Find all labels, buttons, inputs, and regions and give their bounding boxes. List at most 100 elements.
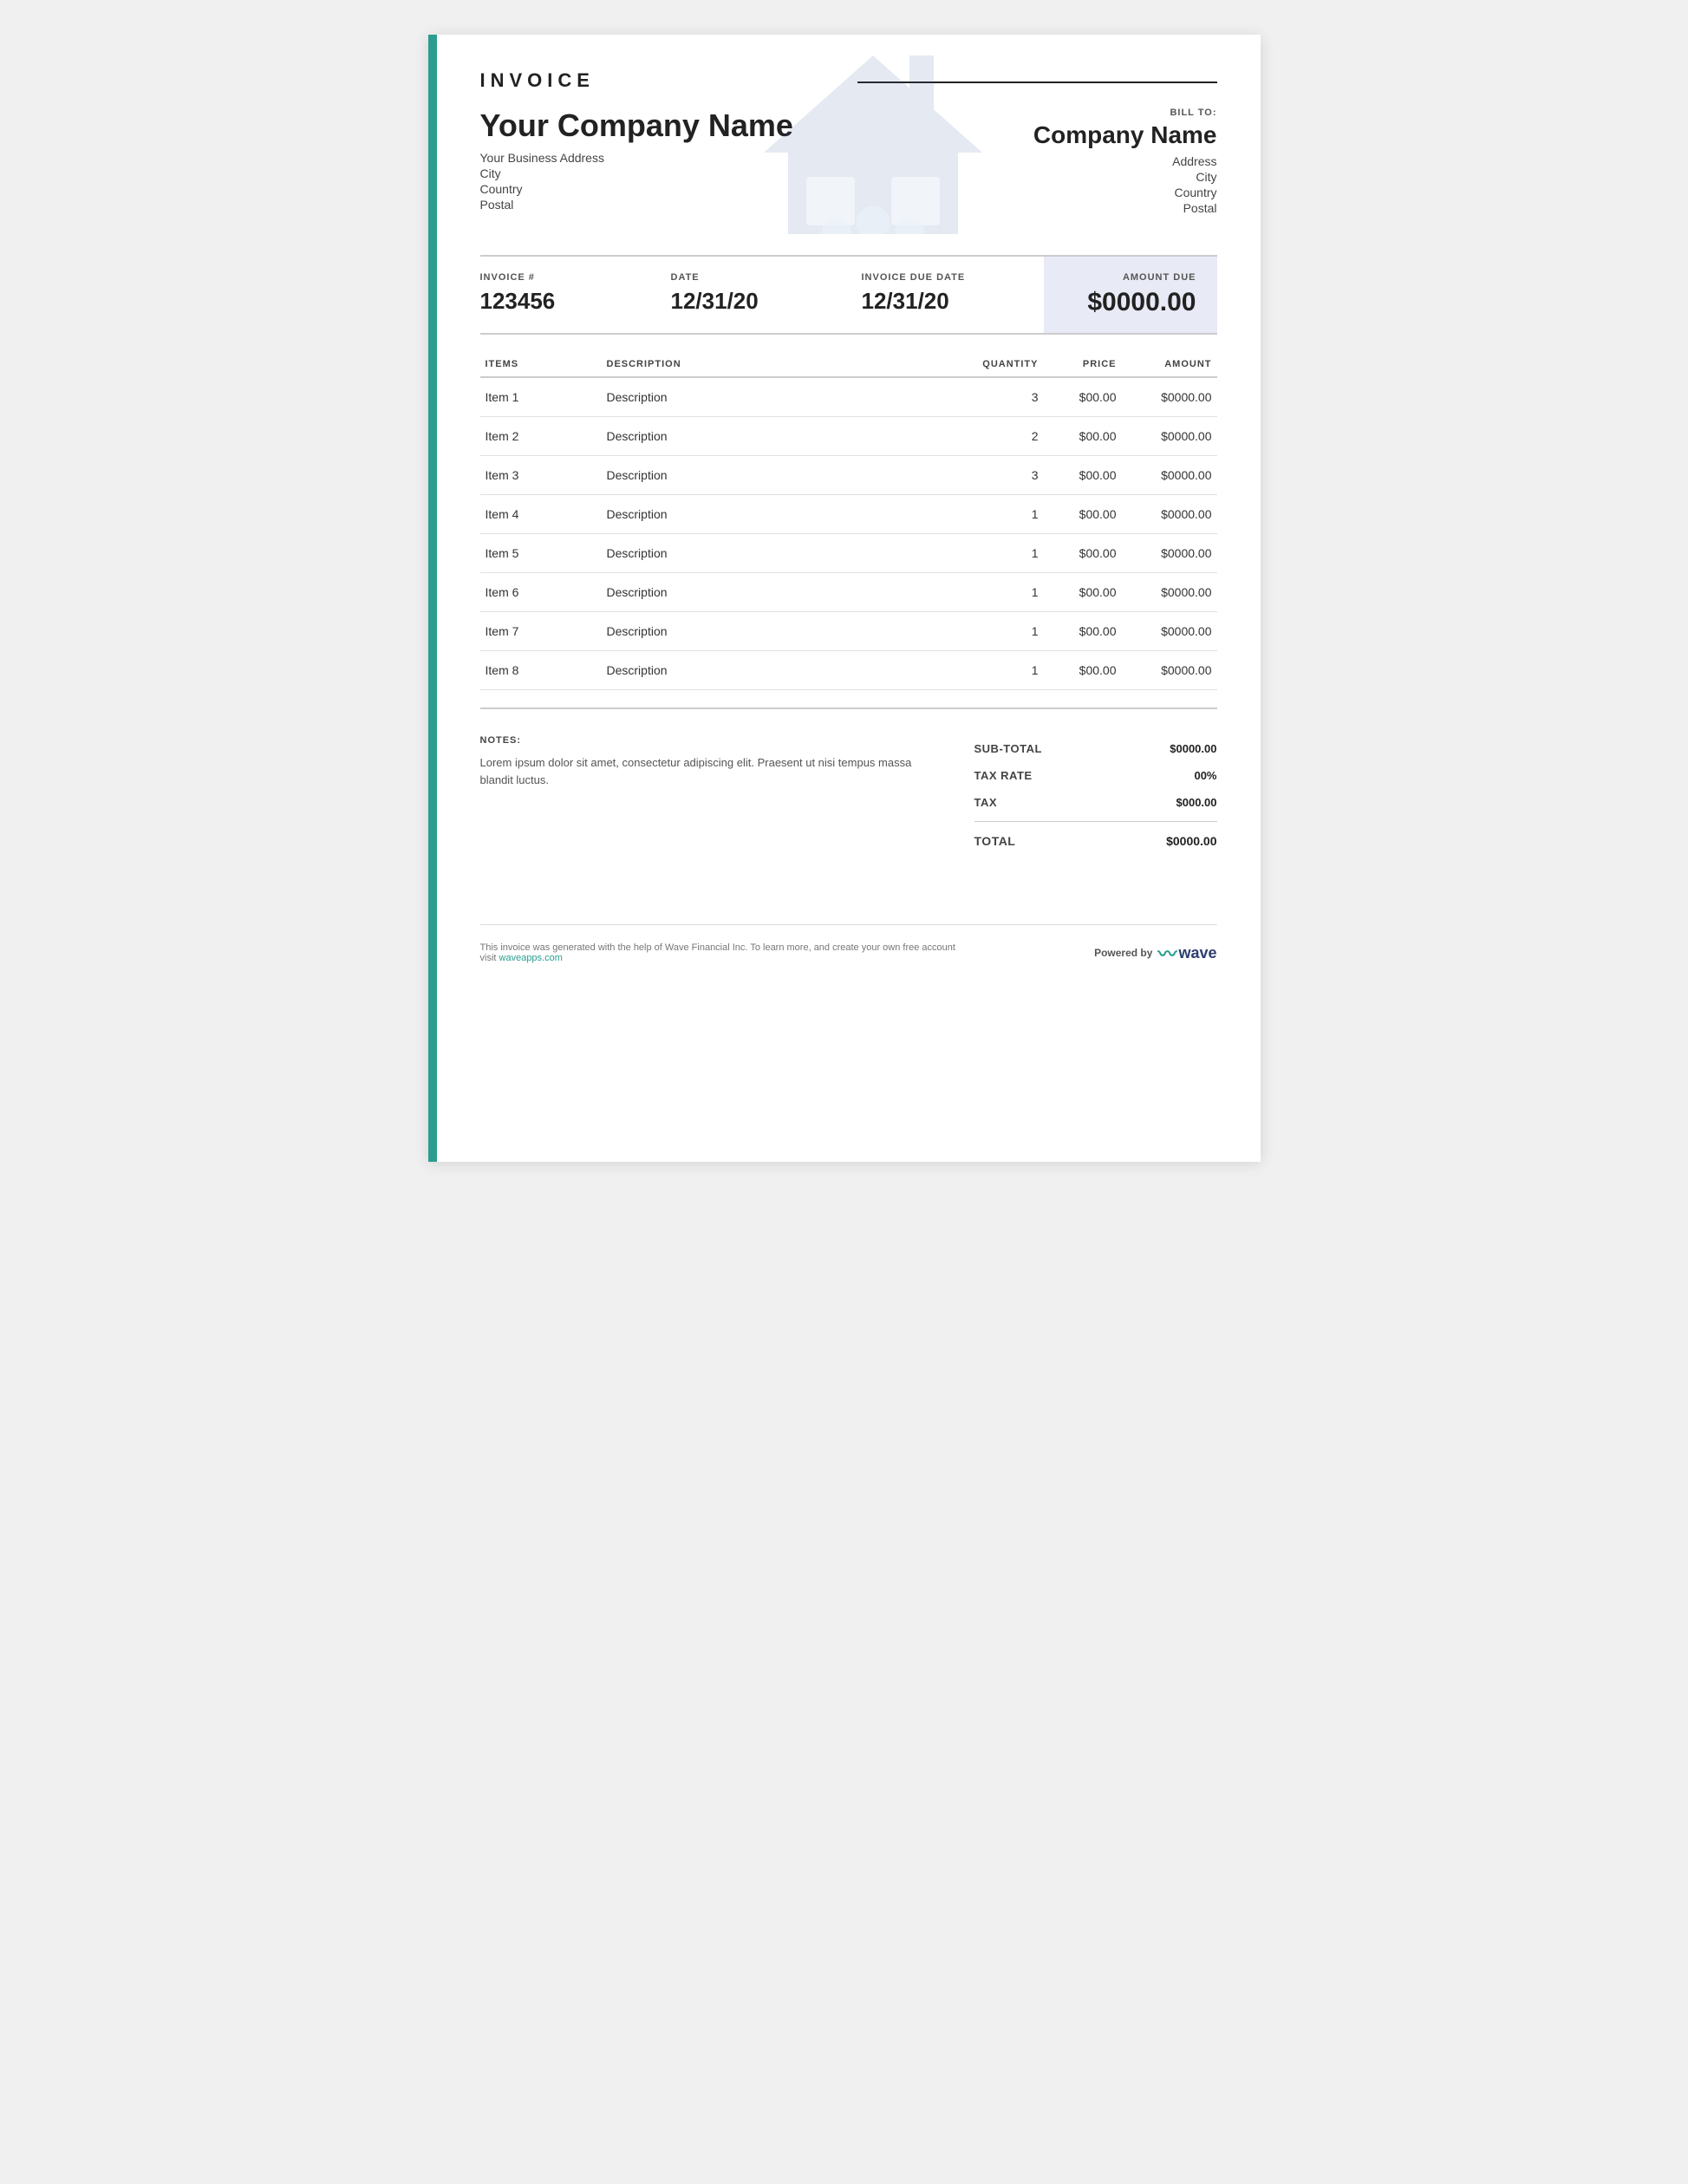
meta-left: INVOICE # 123456 DATE 12/31/20 INVOICE D…: [480, 257, 1044, 333]
header-top: INVOICE: [480, 69, 1217, 92]
item-amount-5: $0000.00: [1122, 573, 1217, 612]
item-name-5: Item 6: [480, 573, 602, 612]
item-quantity-6: 1: [966, 612, 1044, 651]
item-amount-4: $0000.00: [1122, 534, 1217, 573]
item-amount-1: $0000.00: [1122, 417, 1217, 456]
from-postal: Postal: [480, 198, 793, 212]
meta-inner: INVOICE # 123456 DATE 12/31/20 INVOICE D…: [480, 257, 1217, 333]
notes-block: NOTES: Lorem ipsum dolor sit amet, conse…: [480, 735, 914, 788]
bill-to-label: BILL TO:: [1033, 108, 1217, 118]
invoice-page: INVOICE Your Company Name Your Business …: [428, 35, 1261, 1162]
powered-by-label: Powered by: [1094, 947, 1152, 959]
item-name-7: Item 8: [480, 651, 602, 690]
from-info: Your Company Name Your Business Address …: [480, 108, 793, 213]
item-name-6: Item 7: [480, 612, 602, 651]
item-price-4: $00.00: [1044, 534, 1122, 573]
tax-label: TAX: [974, 796, 998, 809]
item-description-3: Description: [602, 495, 966, 534]
amount-due-value: $0000.00: [1065, 288, 1196, 317]
meta-due-date: INVOICE DUE DATE 12/31/20: [853, 272, 1044, 317]
meta-date: DATE 12/31/20: [662, 272, 853, 317]
bill-to-city: City: [1033, 170, 1217, 184]
table-row: Item 3 Description 3 $00.00 $0000.00: [480, 456, 1217, 495]
table-header-row: ITEMS DESCRIPTION QUANTITY PRICE AMOUNT: [480, 352, 1217, 377]
item-description-2: Description: [602, 456, 966, 495]
bottom-bar: This invoice was generated with the help…: [480, 924, 1217, 984]
item-amount-3: $0000.00: [1122, 495, 1217, 534]
item-name-3: Item 4: [480, 495, 602, 534]
bill-to-postal: Postal: [1033, 201, 1217, 215]
item-price-6: $00.00: [1044, 612, 1122, 651]
item-amount-7: $0000.00: [1122, 651, 1217, 690]
total-label: TOTAL: [974, 834, 1016, 848]
subtotal-label: SUB-TOTAL: [974, 742, 1042, 755]
company-info-row: Your Company Name Your Business Address …: [480, 108, 1217, 217]
col-header-quantity: QUANTITY: [966, 352, 1044, 377]
totals-divider: [974, 821, 1217, 822]
due-date-label: INVOICE DUE DATE: [862, 272, 1026, 283]
from-company-name: Your Company Name: [480, 108, 793, 144]
item-quantity-4: 1: [966, 534, 1044, 573]
header-section: INVOICE Your Company Name Your Business …: [480, 35, 1217, 234]
col-header-price: PRICE: [1044, 352, 1122, 377]
table-row: Item 4 Description 1 $00.00 $0000.00: [480, 495, 1217, 534]
item-quantity-7: 1: [966, 651, 1044, 690]
date-value: 12/31/20: [671, 288, 836, 315]
totals-block: SUB-TOTAL $0000.00 TAX RATE 00% TAX $000…: [974, 735, 1217, 855]
item-description-7: Description: [602, 651, 966, 690]
item-quantity-2: 3: [966, 456, 1044, 495]
powered-by: Powered by 〰 wave: [1094, 939, 1216, 967]
subtotal-row: SUB-TOTAL $0000.00: [974, 735, 1217, 762]
item-price-7: $00.00: [1044, 651, 1122, 690]
item-name-2: Item 3: [480, 456, 602, 495]
item-quantity-0: 3: [966, 377, 1044, 417]
col-header-description: DESCRIPTION: [602, 352, 966, 377]
meta-section: INVOICE # 123456 DATE 12/31/20 INVOICE D…: [480, 255, 1217, 335]
table-row: Item 2 Description 2 $00.00 $0000.00: [480, 417, 1217, 456]
bill-to-company-name: Company Name: [1033, 121, 1217, 149]
item-quantity-1: 2: [966, 417, 1044, 456]
wave-logo: 〰 wave: [1157, 939, 1216, 967]
table-row: Item 8 Description 1 $00.00 $0000.00: [480, 651, 1217, 690]
total-value: $0000.00: [1166, 834, 1216, 848]
col-header-items: ITEMS: [480, 352, 602, 377]
tax-value: $000.00: [1176, 796, 1217, 809]
table-row: Item 1 Description 3 $00.00 $0000.00: [480, 377, 1217, 417]
table-row: Item 7 Description 1 $00.00 $0000.00: [480, 612, 1217, 651]
col-header-amount: AMOUNT: [1122, 352, 1217, 377]
meta-amount: AMOUNT DUE $0000.00: [1044, 257, 1217, 333]
tax-rate-row: TAX RATE 00%: [974, 762, 1217, 789]
bill-to-block: BILL TO: Company Name Address City Count…: [1033, 108, 1217, 217]
legal-link[interactable]: waveapps.com: [499, 953, 563, 963]
item-quantity-3: 1: [966, 495, 1044, 534]
legal-text: This invoice was generated with the help…: [480, 942, 966, 963]
tax-row: TAX $000.00: [974, 789, 1217, 816]
bill-to-address: Address: [1033, 154, 1217, 168]
item-name-4: Item 5: [480, 534, 602, 573]
item-description-0: Description: [602, 377, 966, 417]
item-description-4: Description: [602, 534, 966, 573]
item-amount-6: $0000.00: [1122, 612, 1217, 651]
wave-icon: 〰: [1157, 939, 1176, 967]
tax-rate-value: 00%: [1194, 769, 1216, 782]
notes-text: Lorem ipsum dolor sit amet, consectetur …: [480, 754, 914, 788]
subtotal-value: $0000.00: [1170, 742, 1216, 755]
invoice-num-label: INVOICE #: [480, 272, 645, 283]
bill-to-country: Country: [1033, 186, 1217, 199]
item-amount-2: $0000.00: [1122, 456, 1217, 495]
item-price-5: $00.00: [1044, 573, 1122, 612]
date-label: DATE: [671, 272, 836, 283]
invoice-num-value: 123456: [480, 288, 645, 315]
items-table: ITEMS DESCRIPTION QUANTITY PRICE AMOUNT …: [480, 352, 1217, 690]
item-name-0: Item 1: [480, 377, 602, 417]
footer-section: NOTES: Lorem ipsum dolor sit amet, conse…: [480, 707, 1217, 872]
due-date-value: 12/31/20: [862, 288, 1026, 315]
table-row: Item 6 Description 1 $00.00 $0000.00: [480, 573, 1217, 612]
from-business-address: Your Business Address: [480, 151, 793, 165]
brand-name: wave: [1178, 944, 1216, 962]
item-price-3: $00.00: [1044, 495, 1122, 534]
header-divider: [857, 81, 1217, 83]
item-name-1: Item 2: [480, 417, 602, 456]
from-country: Country: [480, 182, 793, 196]
item-description-1: Description: [602, 417, 966, 456]
